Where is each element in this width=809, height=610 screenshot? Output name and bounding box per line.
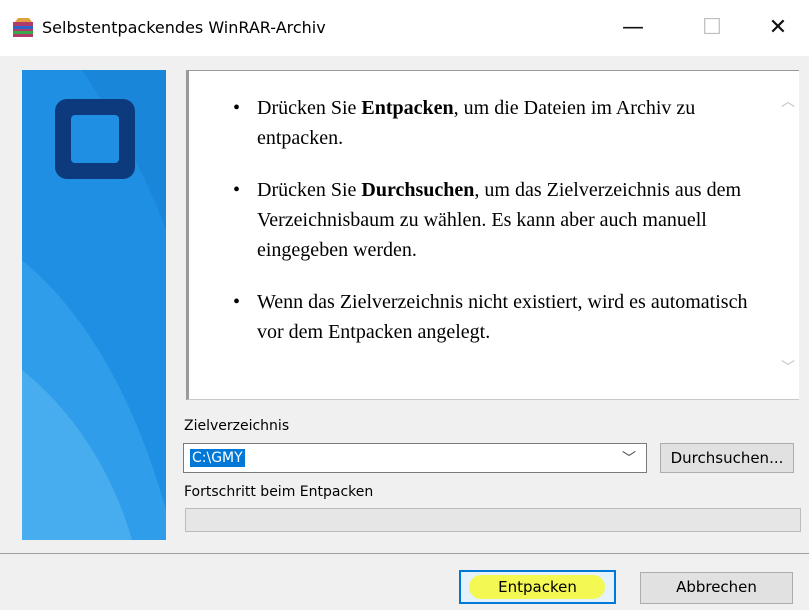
close-icon: ✕ (768, 15, 788, 40)
destination-combobox[interactable]: C:\GMY ﹀ (183, 443, 647, 473)
maximize-button[interactable]: ☐ (682, 8, 742, 48)
list-item: • Wenn das Zielverzeichnis nicht existier… (233, 287, 761, 347)
browse-button[interactable]: Durchsuchen... (660, 443, 794, 473)
list-item: • Drücken Sie Entpacken, um die Dateien i… (233, 93, 761, 153)
info-text-panel[interactable]: • Drücken Sie Entpacken, um die Dateien i… (186, 70, 799, 400)
maximize-icon: ☐ (702, 15, 722, 40)
list-item: • Drücken Sie Durchsuchen, um das Zielver… (233, 175, 761, 265)
sidebar-banner (22, 70, 166, 540)
vertical-scrollbar[interactable]: ︿ ﹀ (777, 71, 799, 399)
bullet-icon: • (233, 291, 241, 313)
destination-label: Zielverzeichnis (184, 418, 290, 434)
item-bold-text: Durchsuchen (361, 179, 475, 201)
cancel-button[interactable]: Abbrechen (640, 572, 793, 604)
extraction-progress-bar (185, 508, 801, 532)
item-text: Drücken Sie (257, 179, 362, 201)
progress-label: Fortschritt beim Entpacken (184, 484, 374, 500)
item-bold-text: Entpacken (361, 97, 454, 119)
item-text: Wenn das Zielverzeichnis nicht existiert… (257, 291, 748, 343)
winrar-archive-icon (13, 18, 33, 37)
title-bar: Selbstentpackendes WinRAR-Archiv — ☐ ✕ (0, 0, 809, 56)
close-button[interactable]: ✕ (748, 8, 808, 48)
extract-button-label: Entpacken (498, 578, 577, 596)
banner-graphic (22, 70, 166, 540)
bullet-icon: • (233, 179, 241, 201)
divider (0, 553, 809, 554)
destination-field[interactable]: C:\GMY (190, 449, 245, 467)
instruction-list: • Drücken Sie Entpacken, um die Dateien i… (233, 93, 761, 369)
window-title: Selbstentpackendes WinRAR-Archiv (42, 18, 326, 37)
scroll-down-icon[interactable]: ﹀ (781, 361, 795, 375)
chevron-down-icon[interactable]: ﹀ (622, 448, 636, 468)
bullet-icon: • (233, 97, 241, 119)
scroll-up-icon[interactable]: ︿ (781, 95, 795, 109)
extract-button[interactable]: Entpacken (459, 570, 616, 604)
winrar-logo-square-icon (55, 99, 135, 179)
minimize-button[interactable]: — (603, 8, 663, 48)
minimize-icon: — (622, 15, 644, 40)
item-text: Drücken Sie (257, 97, 362, 119)
